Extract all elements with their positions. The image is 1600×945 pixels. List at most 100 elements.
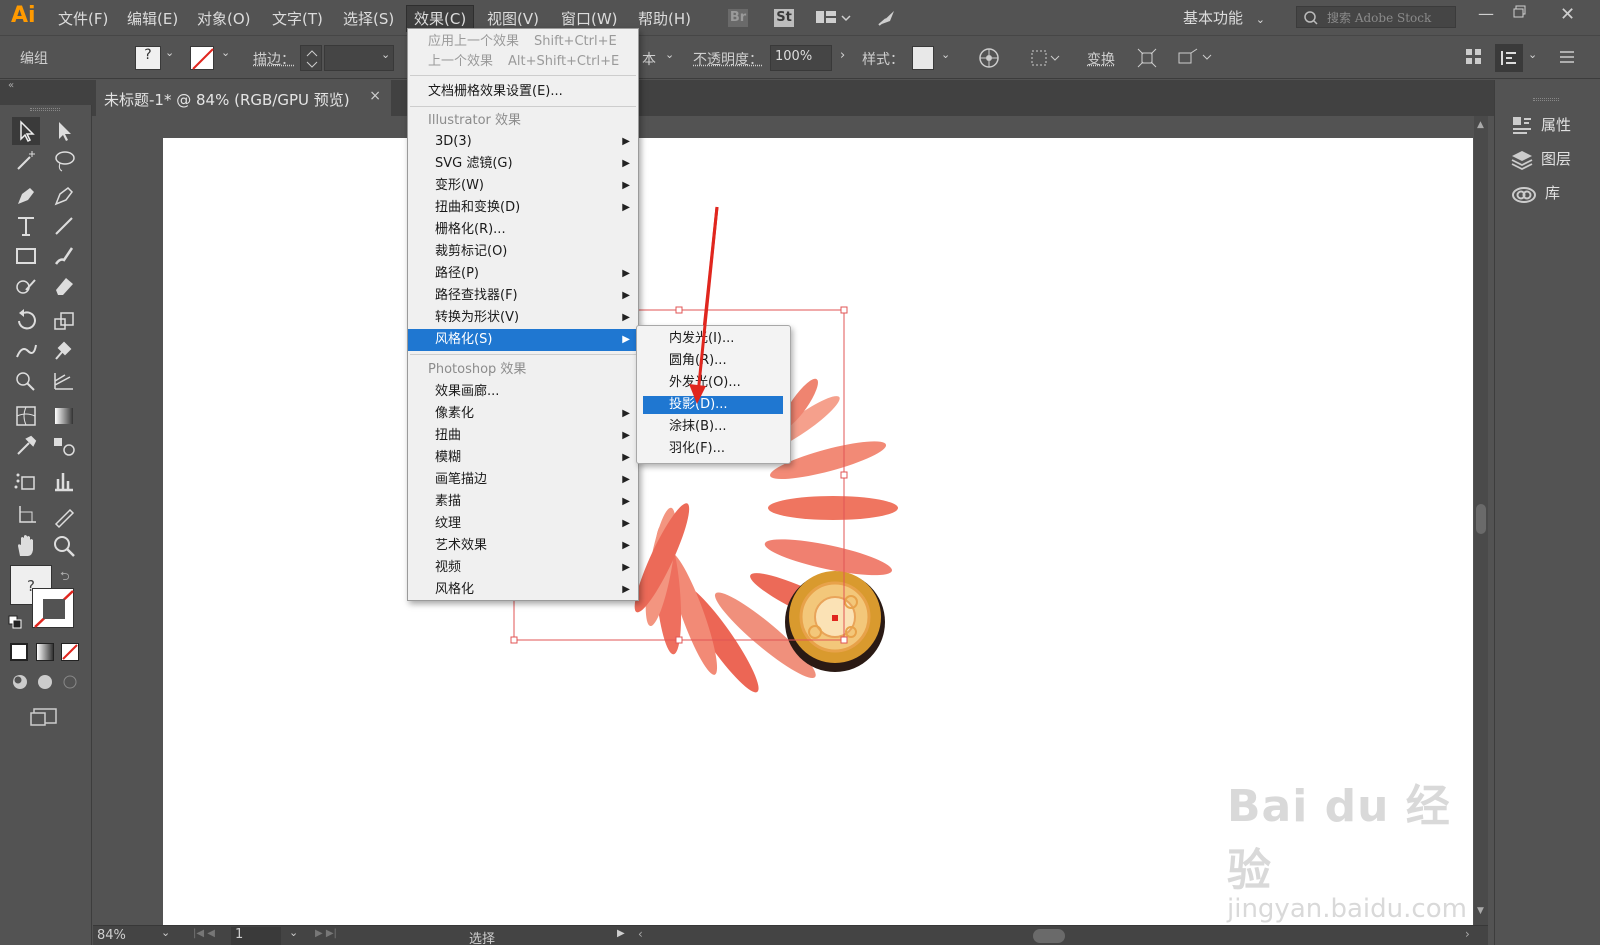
gradient-tool-icon[interactable]	[50, 402, 78, 430]
status-menu-arrow-icon[interactable]: ▶	[617, 928, 625, 939]
close-window-button[interactable]: ✕	[1560, 4, 1575, 25]
puppet-pin-tool-icon[interactable]	[50, 337, 78, 365]
menu-pixelate[interactable]: 像素化 ▶	[408, 403, 638, 425]
close-tab-icon[interactable]: ×	[369, 88, 381, 104]
chevron-down-icon[interactable]: ⌄	[221, 46, 230, 59]
panel-grid-icon[interactable]	[1465, 48, 1483, 70]
artboard-tool-icon[interactable]	[12, 502, 40, 530]
chevron-down-icon[interactable]: ⌄	[665, 48, 674, 61]
document-tab[interactable]: 未标题-1* @ 84% (RGB/GPU 预览) ×	[96, 80, 391, 116]
panel-grip[interactable]	[1533, 98, 1559, 101]
chevron-down-icon[interactable]: ⌄	[161, 926, 170, 939]
vertical-scroll-thumb[interactable]	[1476, 504, 1486, 534]
vertical-scrollbar[interactable]: ▲ ▼	[1474, 116, 1488, 925]
puppet-warp-icon[interactable]	[1175, 47, 1215, 73]
menu-rasterize[interactable]: 栅格化(R)...	[408, 219, 638, 241]
menu-3d[interactable]: 3D(3) ▶	[408, 131, 638, 153]
pen-tool-icon[interactable]	[12, 182, 40, 210]
menu-last-effect[interactable]: 上一个效果 Alt+Shift+Ctrl+E	[408, 51, 638, 73]
menu-artistic[interactable]: 艺术效果 ▶	[408, 535, 638, 557]
menu-stylize-illustrator[interactable]: 风格化(S) ▶	[408, 329, 638, 351]
bridge-icon[interactable]: Br	[728, 9, 748, 27]
chevron-right-icon[interactable]: ›	[840, 48, 845, 63]
menu-pathfinder[interactable]: 路径查找器(F) ▶	[408, 285, 638, 307]
submenu-scribble[interactable]: 涂抹(B)...	[637, 416, 790, 438]
menu-distort-transform[interactable]: 扭曲和变换(D) ▶	[408, 197, 638, 219]
menu-convert-to-shape[interactable]: 转换为形状(V) ▶	[408, 307, 638, 329]
menu-brush-strokes[interactable]: 画笔描边 ▶	[408, 469, 638, 491]
rotate-tool-icon[interactable]	[12, 307, 40, 335]
menu-view[interactable]: 视图(V)	[487, 8, 539, 29]
workspace-switcher[interactable]: 基本功能 ⌄	[1183, 7, 1265, 28]
none-mode-icon[interactable]	[61, 643, 79, 661]
submenu-round-corners[interactable]: 圆角(R)...	[637, 350, 790, 372]
recolor-artwork-icon[interactable]	[978, 47, 1000, 73]
scroll-down-icon[interactable]: ▼	[1477, 906, 1484, 916]
minimize-button[interactable]: —	[1478, 4, 1494, 23]
scroll-up-icon[interactable]: ▲	[1477, 120, 1484, 130]
first-artboard-icon[interactable]: |◀ ◀	[193, 928, 215, 939]
stroke-swatch[interactable]	[190, 46, 214, 70]
properties-panel-tab[interactable]: 属性	[1511, 114, 1571, 137]
libraries-panel-tab[interactable]: 库	[1511, 182, 1560, 205]
collapse-toolbar-icon[interactable]: «	[8, 80, 14, 91]
submenu-outer-glow[interactable]: 外发光(O)...	[637, 372, 790, 394]
menu-stylize-photoshop[interactable]: 风格化 ▶	[408, 579, 638, 601]
menu-video[interactable]: 视频 ▶	[408, 557, 638, 579]
menu-warp[interactable]: 变形(W) ▶	[408, 175, 638, 197]
zoom-tool-icon[interactable]	[50, 532, 78, 560]
submenu-inner-glow[interactable]: 内发光(I)...	[637, 328, 790, 350]
slice-tool-icon[interactable]	[50, 502, 78, 530]
screen-mode-icon[interactable]	[30, 705, 62, 733]
toolbar-grip[interactable]	[30, 108, 60, 111]
chevron-down-icon[interactable]: ⌄	[289, 926, 298, 939]
menu-blur[interactable]: 模糊 ▶	[408, 447, 638, 469]
stock-search-input[interactable]: 搜索 Adobe Stock	[1296, 6, 1456, 28]
scroll-right-icon[interactable]: ›	[1465, 927, 1470, 941]
stroke-color-box[interactable]	[32, 588, 74, 628]
menu-apply-last-effect[interactable]: 应用上一个效果 Shift+Ctrl+E	[408, 31, 638, 53]
align-icon[interactable]	[1030, 48, 1060, 72]
gpu-performance-icon[interactable]	[876, 9, 896, 27]
fill-swatch[interactable]: ?	[135, 46, 161, 70]
menu-object[interactable]: 对象(O)	[197, 8, 251, 29]
menu-help[interactable]: 帮助(H)	[638, 8, 691, 29]
menu-sketch[interactable]: 素描 ▶	[408, 491, 638, 513]
opacity-label[interactable]: 不透明度：	[693, 49, 763, 69]
menu-distort[interactable]: 扭曲 ▶	[408, 425, 638, 447]
artboard-number-input[interactable]: 1	[231, 927, 281, 945]
direct-selection-tool-icon[interactable]	[50, 117, 78, 145]
chevron-down-icon[interactable]: ⌄	[1528, 48, 1537, 61]
menu-edit[interactable]: 编辑(E)	[127, 8, 178, 29]
column-graph-tool-icon[interactable]	[50, 467, 78, 495]
blend-tool-icon[interactable]	[50, 432, 78, 460]
arrange-documents-icon[interactable]	[815, 9, 835, 27]
opacity-input[interactable]: 100%	[770, 45, 832, 71]
shaper-tool-icon[interactable]	[12, 272, 40, 300]
stock-icon[interactable]: St	[774, 9, 794, 27]
scroll-left-icon[interactable]: ‹	[638, 927, 643, 941]
properties-toggle-icon[interactable]	[1495, 44, 1523, 72]
swap-colors-icon[interactable]: ⮌	[60, 567, 70, 588]
hand-tool-icon[interactable]	[12, 532, 40, 560]
menu-window[interactable]: 窗口(W)	[561, 8, 618, 29]
menu-texture[interactable]: 纹理 ▶	[408, 513, 638, 535]
warp-tool-icon[interactable]	[12, 337, 40, 365]
color-mode-icon[interactable]	[10, 643, 28, 661]
panel-menu-icon[interactable]	[1558, 48, 1576, 70]
menu-type[interactable]: 文字(T)	[272, 8, 323, 29]
paintbrush-tool-icon[interactable]	[50, 242, 78, 270]
eyedropper-tool-icon[interactable]	[12, 432, 40, 460]
mesh-tool-icon[interactable]	[12, 402, 40, 430]
menu-effect-gallery[interactable]: 效果画廊...	[408, 381, 638, 403]
shape-builder-tool-icon[interactable]	[12, 367, 40, 395]
lasso-tool-icon[interactable]	[50, 147, 78, 175]
curvature-tool-icon[interactable]	[50, 182, 78, 210]
default-colors-icon[interactable]	[8, 615, 22, 629]
horizontal-scroll-thumb[interactable]	[1033, 929, 1065, 943]
last-artboard-icon[interactable]: ▶ ▶|	[315, 928, 337, 939]
menu-select[interactable]: 选择(S)	[343, 8, 394, 29]
stroke-weight-stepper[interactable]	[300, 45, 322, 71]
type-tool-icon[interactable]	[12, 212, 40, 240]
chevron-down-icon[interactable]: ⌄	[941, 48, 950, 61]
